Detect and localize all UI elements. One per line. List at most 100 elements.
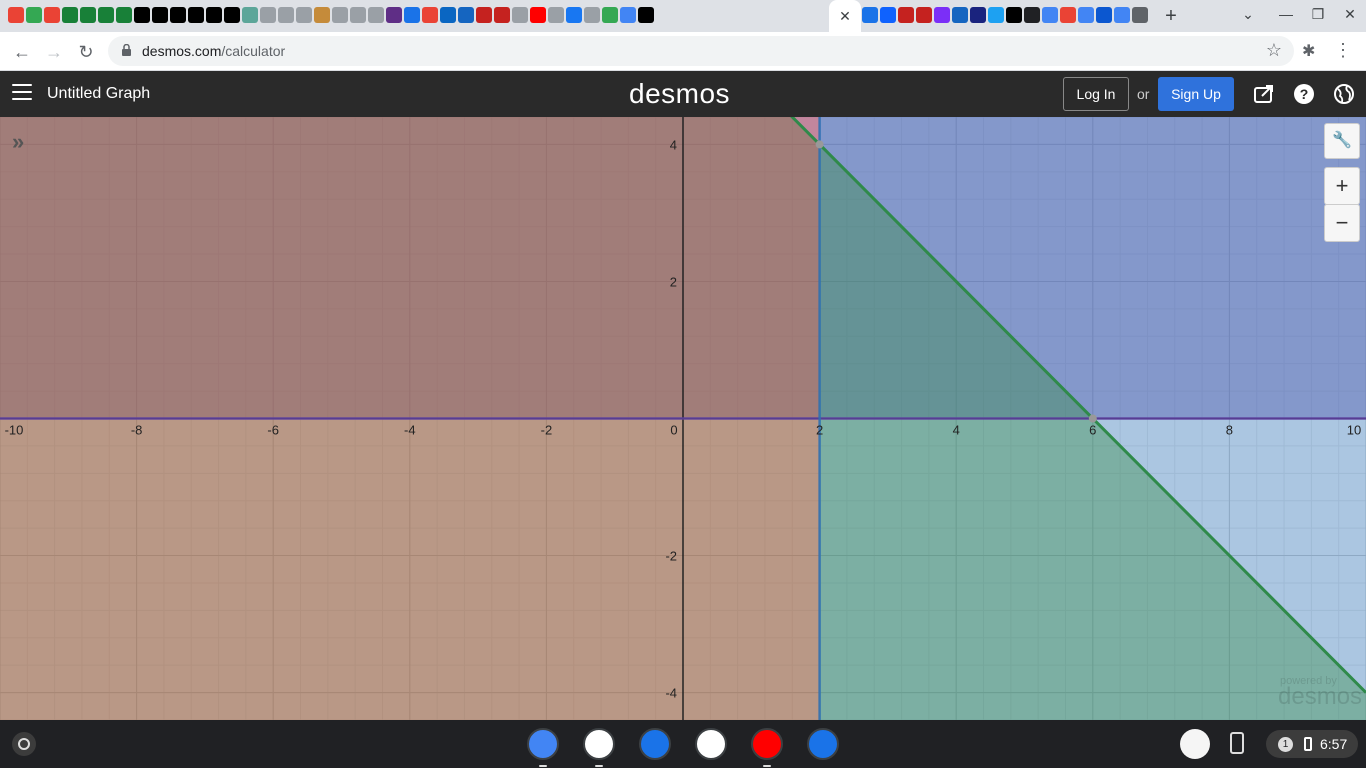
new-tab-button[interactable]: + bbox=[1160, 4, 1182, 28]
tab-favicon-icon[interactable] bbox=[1024, 7, 1040, 23]
tab-favicon-icon[interactable] bbox=[242, 7, 258, 23]
tab-favicon-icon[interactable] bbox=[1096, 7, 1112, 23]
tab-favicons-right[interactable] bbox=[862, 7, 1152, 23]
tab-favicon-icon[interactable] bbox=[170, 7, 186, 23]
tab-favicon-icon[interactable] bbox=[98, 7, 114, 23]
tab-favicon-icon[interactable] bbox=[260, 7, 276, 23]
reload-icon[interactable]: ↻ bbox=[74, 40, 98, 64]
tab-favicon-icon[interactable] bbox=[530, 7, 546, 23]
x-tick-label: 4 bbox=[953, 423, 960, 438]
tab-favicon-icon[interactable] bbox=[278, 7, 294, 23]
forward-icon[interactable]: → bbox=[42, 40, 66, 64]
tab-favicon-icon[interactable] bbox=[898, 7, 914, 23]
zoom-in-button[interactable]: + bbox=[1324, 167, 1360, 205]
expand-expression-list-icon[interactable]: » bbox=[12, 129, 24, 155]
tab-favicon-icon[interactable] bbox=[476, 7, 492, 23]
zoom-out-button[interactable]: − bbox=[1324, 204, 1360, 242]
status-tray[interactable]: 1 6:57 bbox=[1266, 730, 1358, 758]
tab-favicon-icon[interactable] bbox=[1042, 7, 1058, 23]
tab-favicons[interactable] bbox=[8, 7, 828, 25]
tab-favicon-icon[interactable] bbox=[494, 7, 510, 23]
back-icon[interactable]: ← bbox=[10, 40, 34, 64]
chrome-app-icon[interactable] bbox=[527, 728, 559, 760]
phone-hub-icon[interactable] bbox=[1230, 732, 1244, 754]
tab-favicon-icon[interactable] bbox=[8, 7, 24, 23]
tab-favicon-icon[interactable] bbox=[188, 7, 204, 23]
youtube-app-icon[interactable] bbox=[751, 728, 783, 760]
tab-favicon-icon[interactable] bbox=[224, 7, 240, 23]
x-tick-label: -10 bbox=[5, 423, 24, 438]
tab-favicon-icon[interactable] bbox=[620, 7, 636, 23]
tab-favicon-icon[interactable] bbox=[152, 7, 168, 23]
active-tab[interactable]: ✕ bbox=[829, 0, 861, 32]
tab-favicon-icon[interactable] bbox=[116, 7, 132, 23]
tab-favicon-icon[interactable] bbox=[44, 7, 60, 23]
tab-favicon-icon[interactable] bbox=[916, 7, 932, 23]
tab-favicon-icon[interactable] bbox=[934, 7, 950, 23]
launcher-icon[interactable] bbox=[12, 732, 36, 756]
tab-favicon-icon[interactable] bbox=[332, 7, 348, 23]
signup-button[interactable]: Sign Up bbox=[1158, 77, 1234, 111]
tab-favicon-icon[interactable] bbox=[134, 7, 150, 23]
tab-favicon-icon[interactable] bbox=[566, 7, 582, 23]
x-tick-label: -2 bbox=[541, 423, 553, 438]
restore-icon[interactable]: ❐ bbox=[1308, 6, 1328, 23]
tab-favicon-icon[interactable] bbox=[970, 7, 986, 23]
close-window-icon[interactable]: ✕ bbox=[1340, 6, 1360, 23]
graph-canvas[interactable]: -10 -8 -6 -4 -2 0 2 4 6 8 10 4 2 -2 -4 » 🔧 + − powered… bbox=[0, 117, 1366, 720]
tab-favicon-icon[interactable] bbox=[458, 7, 474, 23]
tab-favicon-icon[interactable] bbox=[548, 7, 564, 23]
tab-favicon-icon[interactable] bbox=[952, 7, 968, 23]
hamburger-menu-icon[interactable] bbox=[12, 84, 32, 102]
tab-favicon-icon[interactable] bbox=[386, 7, 402, 23]
powered-by-logo: desmos bbox=[1278, 683, 1363, 710]
tab-favicon-icon[interactable] bbox=[1060, 7, 1076, 23]
minimize-icon[interactable]: — bbox=[1276, 6, 1296, 22]
graph-svg[interactable]: -10 -8 -6 -4 -2 0 2 4 6 8 10 4 2 -2 -4 bbox=[0, 117, 1366, 720]
intersection-point bbox=[1088, 414, 1097, 423]
tab-favicon-icon[interactable] bbox=[350, 7, 366, 23]
graph-settings-wrench-icon[interactable]: 🔧 bbox=[1324, 123, 1360, 159]
tab-search-icon[interactable]: ⌄ bbox=[1238, 6, 1258, 23]
tab-favicon-icon[interactable] bbox=[314, 7, 330, 23]
extensions-icon[interactable]: ✱ bbox=[1302, 41, 1315, 61]
tab-favicon-icon[interactable] bbox=[26, 7, 42, 23]
tab-favicon-icon[interactable] bbox=[62, 7, 78, 23]
bookmark-star-icon[interactable]: ☆ bbox=[1266, 40, 1282, 61]
tab-favicon-icon[interactable] bbox=[512, 7, 528, 23]
tab-favicon-icon[interactable] bbox=[1006, 7, 1022, 23]
gmail-app-icon[interactable] bbox=[583, 728, 615, 760]
tab-favicon-icon[interactable] bbox=[440, 7, 456, 23]
tab-favicon-icon[interactable] bbox=[862, 7, 878, 23]
tab-favicon-icon[interactable] bbox=[880, 7, 896, 23]
tab-favicon-icon[interactable] bbox=[206, 7, 222, 23]
address-bar[interactable]: desmos.com/calculator ☆ bbox=[108, 36, 1294, 66]
help-icon[interactable]: ? bbox=[1293, 83, 1315, 105]
desmos-header: Untitled Graph desmos Log In or Sign Up … bbox=[0, 71, 1366, 117]
meet-app-icon[interactable] bbox=[695, 728, 727, 760]
tab-favicon-icon[interactable] bbox=[1132, 7, 1148, 23]
tab-favicon-icon[interactable] bbox=[404, 7, 420, 23]
graph-title[interactable]: Untitled Graph bbox=[47, 85, 150, 103]
menu-kebab-icon[interactable]: ⋮ bbox=[1334, 40, 1352, 61]
tab-favicon-icon[interactable] bbox=[422, 7, 438, 23]
tab-favicon-icon[interactable] bbox=[296, 7, 312, 23]
url-text: desmos.com/calculator bbox=[142, 43, 286, 59]
tab-favicon-icon[interactable] bbox=[80, 7, 96, 23]
messages-app-icon[interactable] bbox=[807, 728, 839, 760]
tab-favicon-icon[interactable] bbox=[1114, 7, 1130, 23]
share-icon[interactable] bbox=[1253, 83, 1275, 105]
tab-favicon-icon[interactable] bbox=[1078, 7, 1094, 23]
tab-favicon-icon[interactable] bbox=[368, 7, 384, 23]
tab-favicon-icon[interactable] bbox=[602, 7, 618, 23]
files-app-icon[interactable] bbox=[639, 728, 671, 760]
close-tab-icon[interactable]: ✕ bbox=[839, 8, 851, 25]
holding-space-icon[interactable] bbox=[1180, 729, 1210, 759]
tab-favicon-icon[interactable] bbox=[638, 7, 654, 23]
tab-favicon-icon[interactable] bbox=[584, 7, 600, 23]
tab-favicon-icon[interactable] bbox=[988, 7, 1004, 23]
login-button[interactable]: Log In bbox=[1063, 77, 1129, 111]
browser-toolbar: ← → ↻ desmos.com/calculator ☆ ✱ ⋮ bbox=[0, 32, 1366, 71]
language-globe-icon[interactable] bbox=[1333, 83, 1355, 105]
y-tick-label: 4 bbox=[670, 137, 677, 152]
